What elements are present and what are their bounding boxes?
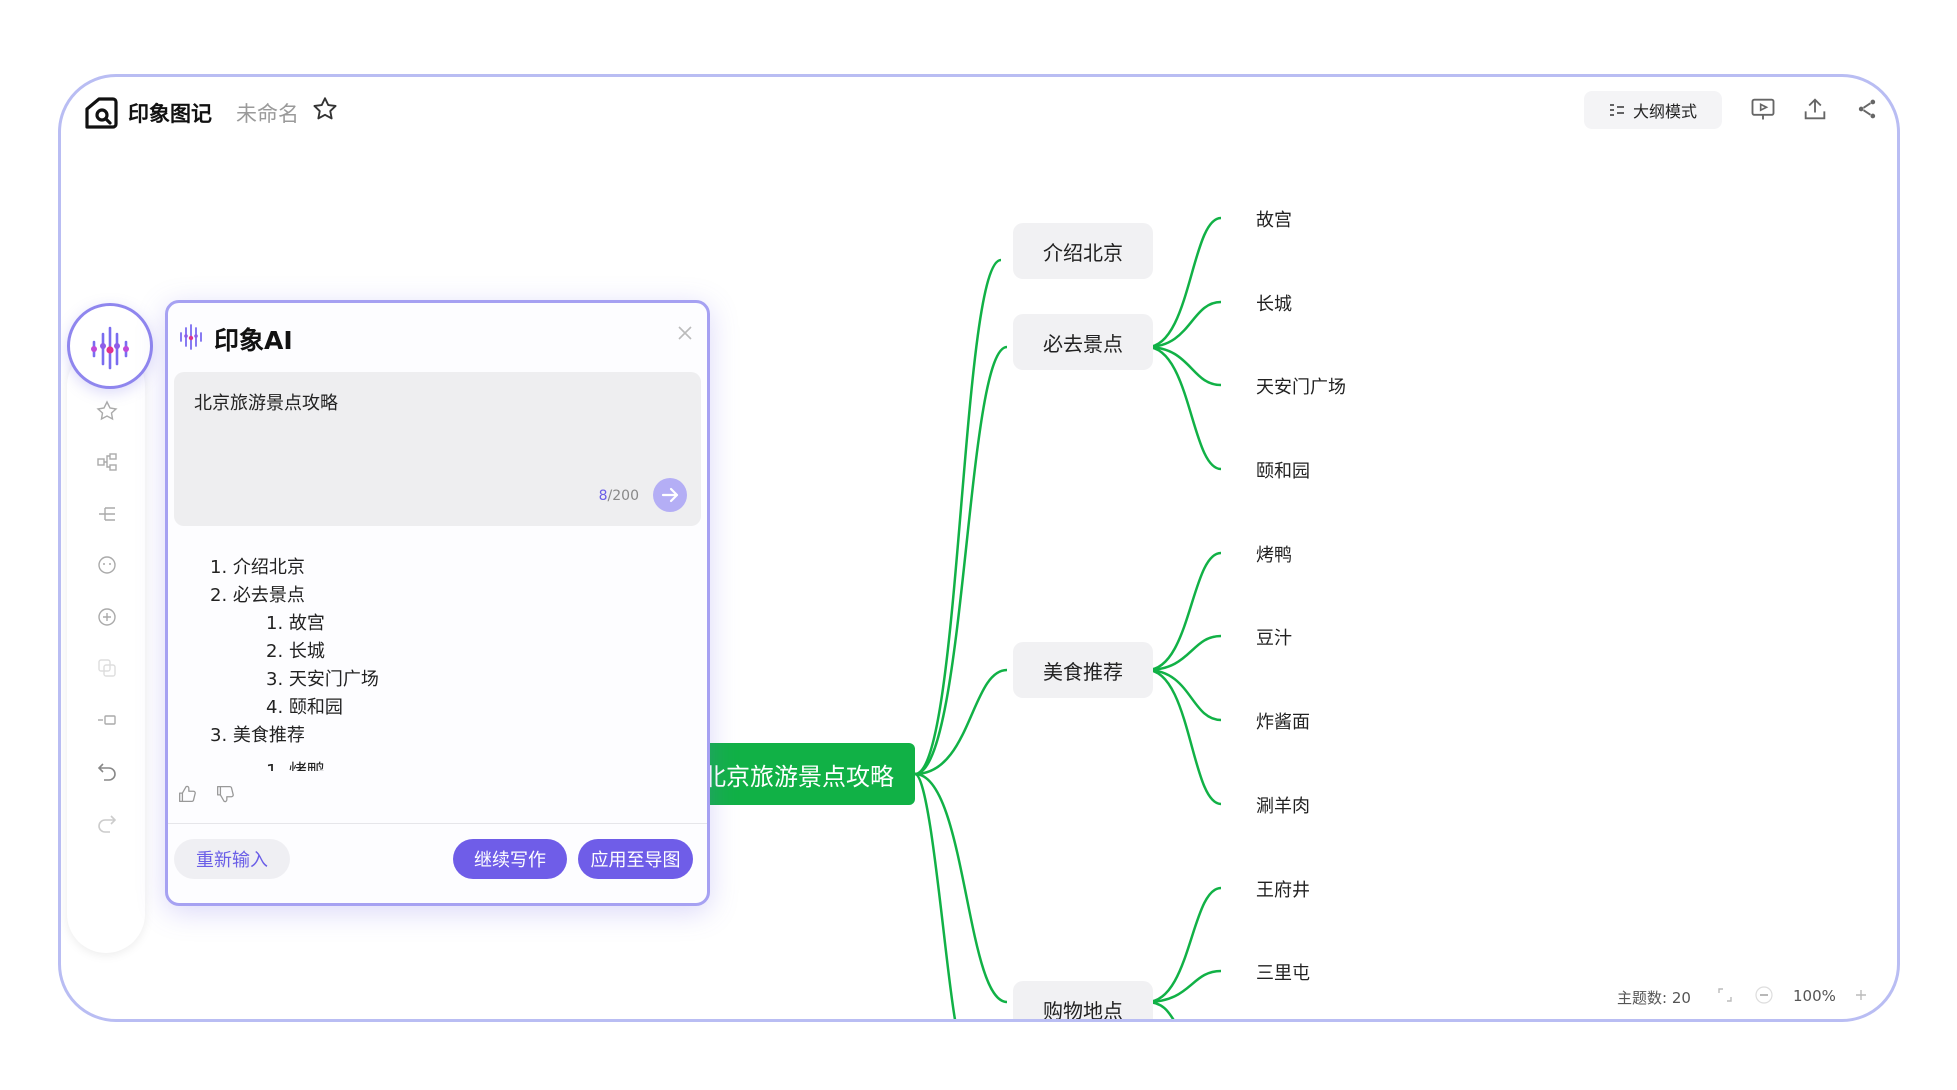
topic-count: 主题数: 20 (1617, 989, 1691, 1007)
connector-root-sights (914, 345, 1008, 776)
connector-root-shopping (914, 772, 1008, 1004)
ai-result-outline: 1. 介绍北京 2. 必去景点 1. 故宫 2. 长城 3. 天安门广场 4. … (168, 553, 707, 771)
arrow-right-icon (661, 487, 679, 503)
result-line: 3. 天安门广场 (266, 669, 379, 690)
send-button[interactable] (653, 478, 687, 512)
result-line: 4. 颐和园 (266, 697, 343, 718)
zoom-level: 100% (1793, 987, 1836, 1005)
leaf-node[interactable]: 三里屯 (1256, 959, 1310, 985)
leaf-node[interactable]: 豆汁 (1256, 624, 1292, 650)
leaf-node[interactable]: 长城 (1256, 290, 1292, 316)
leaf-node[interactable]: 炸酱面 (1256, 708, 1310, 734)
zoom-in-icon[interactable] (1851, 985, 1871, 1005)
thumbs-up-icon[interactable] (176, 783, 198, 805)
leaf-node[interactable]: 烤鸭 (1256, 541, 1292, 567)
ai-assistant-button[interactable] (67, 303, 153, 389)
insert-icon[interactable] (95, 708, 119, 732)
app-window: 北京旅游景点攻略 介绍北京 必去景点 美食推荐 购物地点 故宫 长城 天安门广场… (58, 74, 1900, 1022)
add-icon[interactable] (95, 605, 119, 629)
left-toolbar (67, 347, 145, 953)
subtopic-icon[interactable] (95, 502, 119, 526)
reinput-button[interactable]: 重新输入 (174, 839, 290, 879)
result-line: 2. 必去景点 (210, 585, 305, 606)
prompt-input[interactable]: 北京旅游景点攻略 8/200 (174, 372, 701, 526)
result-line: 1. 介绍北京 (210, 557, 305, 578)
fit-screen-icon[interactable] (1715, 985, 1735, 1005)
outline-mode-label: 大纲模式 (1632, 102, 1697, 121)
ai-title-icon (180, 324, 202, 350)
outline-mode-button[interactable]: 大纲模式 (1584, 91, 1722, 129)
brand-name: 印象图记 (128, 102, 212, 126)
prompt-text[interactable]: 北京旅游景点攻略 (194, 389, 338, 415)
copy-style-icon[interactable] (95, 656, 119, 680)
outline-list-icon (1609, 104, 1624, 116)
result-line: 1. 故宫 (266, 613, 325, 634)
style-icon[interactable] (95, 399, 119, 423)
ai-sparkle-icon (91, 326, 129, 370)
structure-icon[interactable] (95, 450, 119, 474)
export-upload-icon[interactable] (1801, 95, 1829, 123)
result-line: 2. 长城 (266, 641, 325, 662)
leaf-node[interactable]: 颐和园 (1256, 457, 1310, 483)
brand[interactable]: 印象图记 (83, 95, 212, 131)
thumbs-down-icon[interactable] (214, 783, 236, 805)
close-icon[interactable] (675, 323, 695, 343)
character-count: 8/200 (598, 488, 639, 504)
leaf-node[interactable]: 天安门广场 (1256, 373, 1346, 399)
topic-intro[interactable]: 介绍北京 (1013, 223, 1153, 279)
undo-icon[interactable] (95, 759, 119, 783)
leaf-node[interactable]: 涮羊肉 (1256, 792, 1310, 818)
zoom-out-icon[interactable] (1754, 985, 1774, 1005)
share-icon[interactable] (1853, 95, 1881, 123)
mindmap-root-node[interactable]: 北京旅游景点攻略 (681, 743, 915, 805)
topic-sights[interactable]: 必去景点 (1013, 314, 1153, 370)
ai-panel: 印象AI 北京旅游景点攻略 8/200 1. 介绍北京 2. 必去景点 1. 故… (165, 300, 710, 906)
brand-logo-icon (85, 97, 118, 129)
topic-food[interactable]: 美食推荐 (1013, 642, 1153, 698)
result-line: 1. 烤鸭 (266, 757, 325, 771)
topic-shopping[interactable]: 购物地点 (1013, 981, 1153, 1019)
connector-root-offscreen (914, 772, 957, 1019)
present-icon[interactable] (1749, 95, 1777, 123)
leaf-node[interactable]: 王府井 (1256, 876, 1310, 902)
apply-to-map-button[interactable]: 应用至导图 (578, 839, 693, 879)
result-line: 3. 美食推荐 (210, 725, 305, 746)
connector-root-intro (914, 258, 1002, 776)
favorite-star-icon[interactable] (311, 95, 339, 123)
divider (168, 823, 707, 824)
document-title[interactable]: 未命名 (236, 98, 299, 128)
ai-panel-title: 印象AI (214, 326, 293, 355)
leaf-node[interactable]: 故宫 (1256, 206, 1292, 232)
redo-icon[interactable] (95, 811, 119, 835)
sticker-icon[interactable] (95, 553, 119, 577)
continue-writing-button[interactable]: 继续写作 (453, 839, 567, 879)
